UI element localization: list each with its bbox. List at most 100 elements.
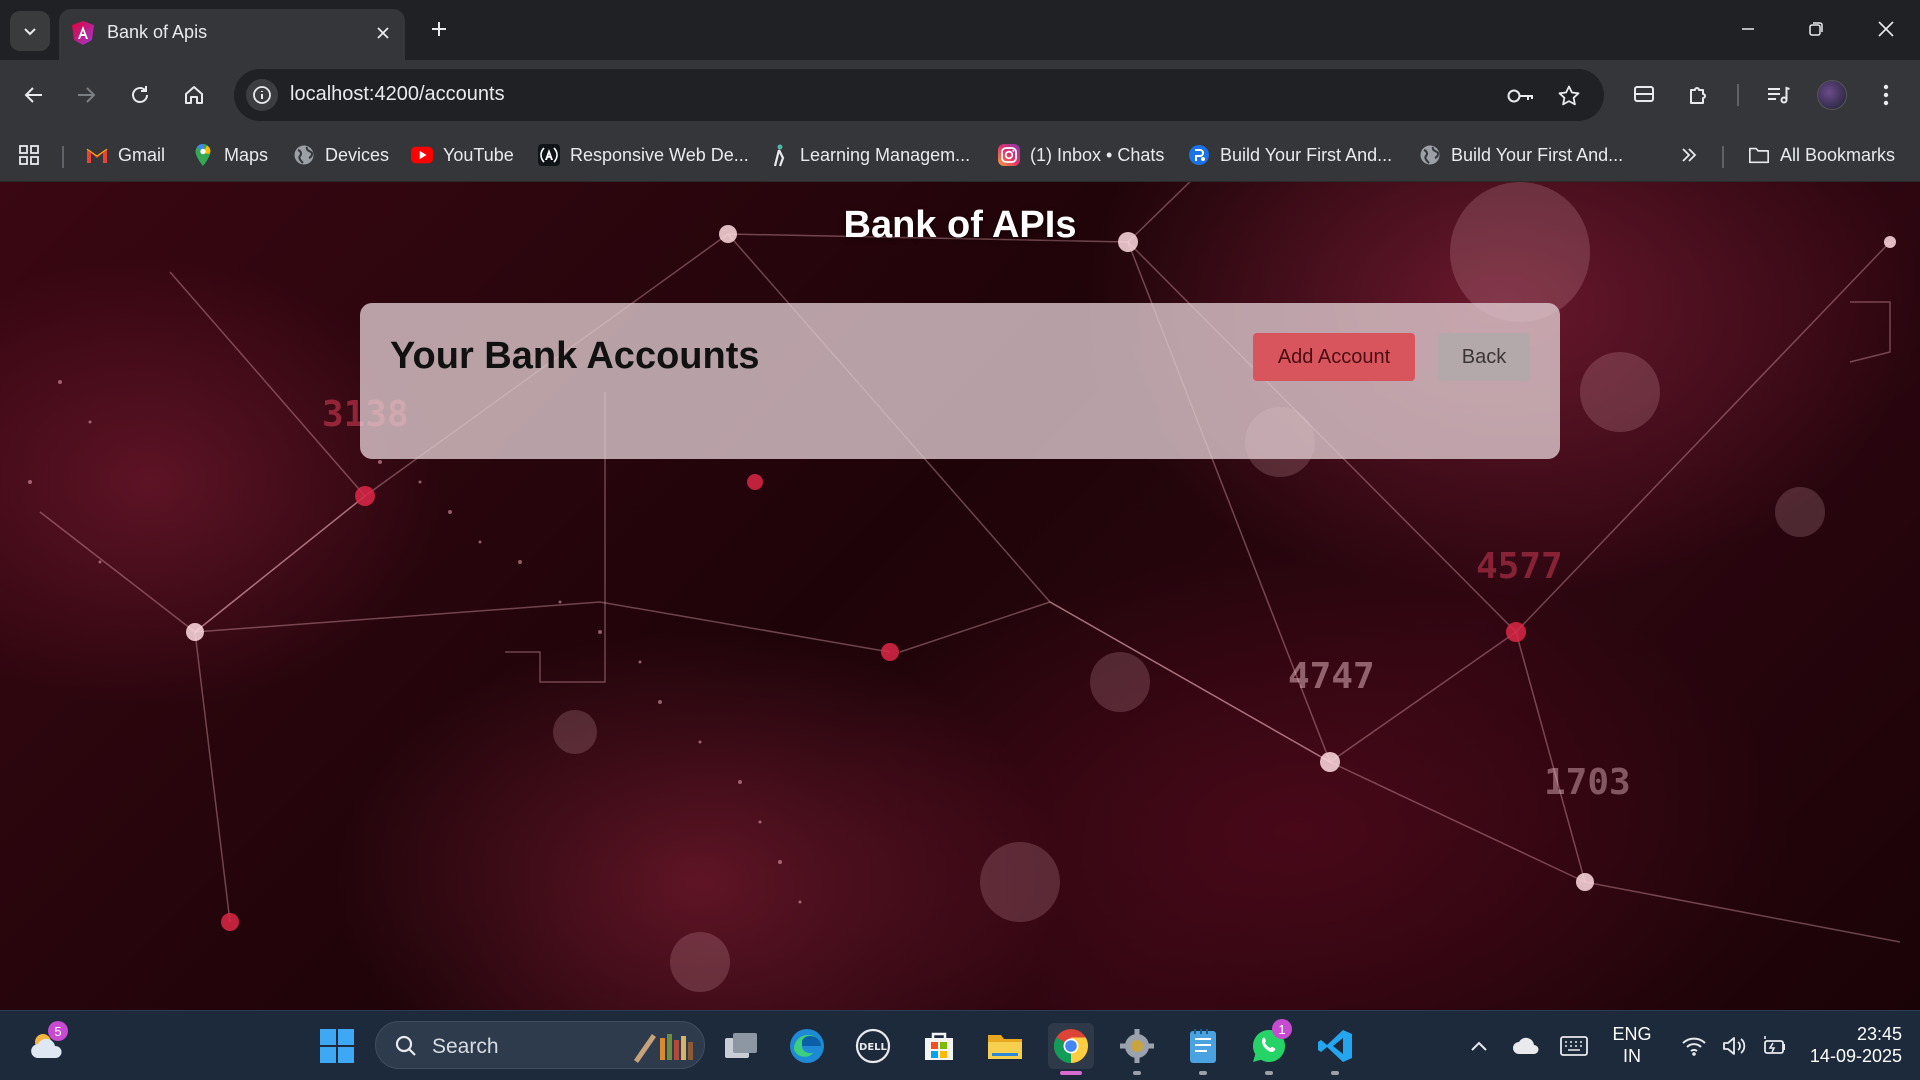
url-text[interactable]: localhost:4200/accounts: [290, 83, 505, 106]
clock-date: 14-09-2025: [1809, 1046, 1902, 1066]
show-hidden-icons-button[interactable]: [1456, 1023, 1502, 1069]
notepad-app[interactable]: [1180, 1023, 1226, 1075]
bookmarks-divider: [62, 146, 64, 168]
search-icon: [395, 1035, 416, 1056]
password-key-button[interactable]: [1506, 81, 1536, 111]
bookmarks-bar: Gmail Maps Devices YouTube Responsive We…: [0, 130, 1920, 182]
task-view-icon: [725, 1033, 757, 1058]
profile-avatar[interactable]: [1817, 80, 1847, 110]
all-bookmarks-button[interactable]: All Bookmarks: [1748, 141, 1895, 169]
language-region: IN: [1623, 1046, 1641, 1066]
notepad-icon: [1190, 1029, 1216, 1063]
edge-app[interactable]: [784, 1023, 830, 1069]
instagram-icon: [998, 144, 1020, 166]
close-icon: [1878, 21, 1894, 37]
bookmark-star-button[interactable]: [1554, 81, 1584, 111]
key-icon: [1507, 89, 1533, 103]
edge-icon: [790, 1029, 824, 1063]
dell-app[interactable]: DELL: [850, 1023, 896, 1069]
back-button[interactable]: Back: [1438, 333, 1530, 381]
blue-globe-icon: [1188, 144, 1210, 166]
bookmark-label: Build Your First And...: [1220, 144, 1393, 165]
language-indicator[interactable]: ENG IN: [1604, 1023, 1660, 1067]
bookmark-label: Responsive Web De...: [570, 144, 749, 165]
bookmark-responsive-web[interactable]: Responsive Web De...: [538, 141, 749, 169]
youtube-icon: [411, 144, 433, 166]
media-controls-button[interactable]: [1758, 75, 1798, 115]
bookmark-build-first-1[interactable]: Build Your First And...: [1188, 141, 1392, 169]
address-bar[interactable]: localhost:4200/accounts: [234, 69, 1604, 121]
maps-icon: [192, 144, 214, 166]
settings-app[interactable]: [1114, 1023, 1160, 1075]
folder-icon: [1748, 144, 1770, 166]
restore-icon: [1809, 22, 1823, 36]
touch-keyboard-tray[interactable]: [1551, 1023, 1597, 1069]
forward-nav-button[interactable]: [66, 75, 106, 115]
svg-text:DELL: DELL: [859, 1042, 888, 1053]
chrome-menu-button[interactable]: [1866, 75, 1906, 115]
restore-button[interactable]: [1782, 0, 1850, 58]
browser-toolbar: localhost:4200/accounts: [0, 60, 1920, 130]
folder-icon: [988, 1035, 1022, 1059]
add-account-button[interactable]: Add Account: [1253, 333, 1415, 381]
running-indicator: [1199, 1071, 1207, 1075]
bookmark-build-first-2[interactable]: Build Your First And...: [1419, 141, 1623, 169]
wifi-icon: [1682, 1037, 1706, 1056]
clock[interactable]: 23:45 14-09-2025: [1790, 1023, 1902, 1067]
onedrive-tray[interactable]: [1503, 1023, 1549, 1069]
running-indicator: [1265, 1071, 1273, 1075]
taskbar: 5 Search DELL 1 ENG IN 23:45 14-09-2025: [0, 1010, 1920, 1080]
playlist-icon: [1768, 86, 1790, 104]
tab-title: Bank of Apis: [107, 22, 208, 42]
close-window-button[interactable]: [1852, 0, 1920, 58]
taskbar-search[interactable]: Search: [375, 1021, 705, 1069]
file-explorer-app[interactable]: [982, 1023, 1028, 1069]
tab-bank-of-apis[interactable]: Bank of Apis: [59, 9, 405, 60]
minimize-icon: [1742, 28, 1754, 30]
whatsapp-app[interactable]: 1: [1246, 1019, 1292, 1075]
bookmarks-divider: [1722, 146, 1724, 168]
bookmark-instagram-inbox[interactable]: (1) Inbox • Chats: [998, 141, 1164, 169]
new-tab-button[interactable]: [422, 12, 456, 46]
card-heading: Your Bank Accounts: [390, 335, 760, 377]
bookmark-youtube[interactable]: YouTube: [411, 141, 514, 169]
keyboard-icon: [1560, 1036, 1588, 1056]
double-chevron-right-icon: [1678, 144, 1700, 166]
more-bookmarks-button[interactable]: [1678, 141, 1700, 169]
battery-icon: [1764, 1036, 1785, 1054]
bookmark-maps[interactable]: Maps: [192, 141, 268, 169]
site-info-button[interactable]: [246, 79, 278, 111]
bg-number-4577: 4577: [1476, 546, 1563, 587]
microsoft-store-app[interactable]: [916, 1023, 962, 1069]
bookmark-gmail[interactable]: Gmail: [86, 141, 165, 169]
angular-favicon-icon: [72, 21, 94, 45]
reload-button[interactable]: [120, 75, 160, 115]
chrome-app[interactable]: [1048, 1023, 1094, 1075]
task-view-button[interactable]: [718, 1023, 764, 1069]
bookmark-learning-management[interactable]: Learning Managem...: [768, 141, 970, 169]
info-icon: [253, 86, 271, 104]
bookmark-devices[interactable]: Devices: [293, 141, 389, 169]
minimize-button[interactable]: [1714, 0, 1782, 58]
cast-button[interactable]: [1624, 75, 1664, 115]
page-content: 3138 4747 4577 1703 Bank of APIs Your Ba…: [0, 182, 1920, 1010]
apps-button[interactable]: [18, 141, 40, 169]
vscode-app[interactable]: [1312, 1023, 1358, 1075]
tab-search-button[interactable]: [10, 11, 50, 51]
language-code: ENG: [1612, 1024, 1652, 1044]
bookmark-label: Devices: [325, 144, 390, 165]
cast-icon: [1634, 86, 1654, 102]
back-nav-button[interactable]: [14, 75, 54, 115]
accounts-card: Your Bank Accounts Add Account Back: [360, 303, 1560, 459]
tab-close-button[interactable]: [369, 19, 397, 47]
running-indicator: [1331, 1071, 1339, 1075]
star-icon: [1558, 85, 1580, 106]
start-button[interactable]: [314, 1023, 360, 1069]
weather-widget[interactable]: 5: [24, 1021, 70, 1069]
globe-icon: [293, 144, 315, 166]
quick-settings-tray[interactable]: [1664, 1023, 1804, 1069]
extensions-button[interactable]: [1679, 75, 1719, 115]
plus-icon: [432, 22, 446, 36]
globe-icon: [1419, 144, 1441, 166]
home-button[interactable]: [174, 75, 214, 115]
